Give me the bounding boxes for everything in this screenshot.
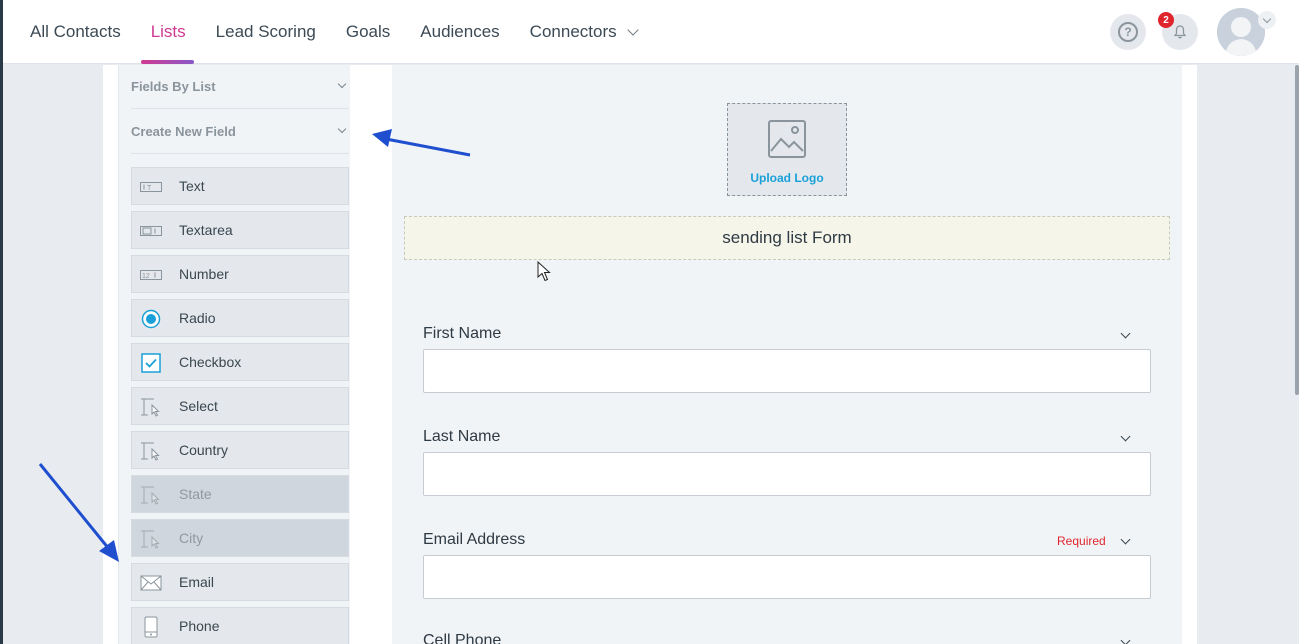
nav-goals[interactable]: Goals xyxy=(346,0,390,64)
cell-phone-label: Cell Phone xyxy=(423,632,502,644)
user-silhouette-icon xyxy=(1217,8,1265,56)
question-circle-icon: ? xyxy=(1118,22,1138,42)
field-type-number[interactable]: 12 Number xyxy=(131,255,349,293)
field-type-country[interactable]: Country xyxy=(131,431,349,469)
top-navigation-bar: All Contacts Lists Lead Scoring Goals Au… xyxy=(0,0,1299,644)
upload-logo-label: Upload Logo xyxy=(750,171,824,185)
field-type-label: Checkbox xyxy=(179,354,242,370)
field-type-label: Number xyxy=(179,266,229,282)
text-field-icon: T xyxy=(140,177,162,197)
chevron-down-icon xyxy=(337,124,347,134)
section-create-new-field[interactable]: Create New Field xyxy=(131,110,349,154)
field-type-label: Phone xyxy=(179,618,220,634)
field-type-select[interactable]: Select xyxy=(131,387,349,425)
left-gutter xyxy=(3,65,103,644)
email-address-input[interactable] xyxy=(423,555,1151,599)
first-name-label: First Name xyxy=(423,325,502,342)
select-cursor-icon xyxy=(140,529,162,549)
field-type-label: Country xyxy=(179,442,229,458)
avatar[interactable] xyxy=(1217,8,1265,56)
select-cursor-icon xyxy=(140,397,162,417)
form-title[interactable]: sending list Form xyxy=(404,216,1170,260)
select-cursor-icon xyxy=(140,485,162,505)
nav-label: All Contacts xyxy=(30,22,121,41)
mouse-cursor-icon xyxy=(537,261,551,282)
left-edge-strip xyxy=(0,0,3,644)
nav-connectors[interactable]: Connectors xyxy=(529,0,639,64)
chevron-down-icon xyxy=(1262,14,1272,23)
select-cursor-icon xyxy=(140,441,162,461)
nav-label: Goals xyxy=(345,22,391,41)
account-menu-toggle[interactable] xyxy=(1258,11,1276,29)
nav-label: Audiences xyxy=(420,22,500,41)
section-fields-by-list[interactable]: Fields By List xyxy=(131,65,349,109)
section-label: Create New Field xyxy=(131,124,236,139)
svg-text:12: 12 xyxy=(142,273,150,280)
nav-label: Connectors xyxy=(529,22,617,41)
field-type-email[interactable]: Email xyxy=(131,563,349,601)
required-tag: Required xyxy=(1057,534,1106,548)
section-label: Fields By List xyxy=(131,79,216,94)
field-type-checkbox[interactable]: Checkbox xyxy=(131,343,349,381)
field-type-city[interactable]: City xyxy=(131,519,349,557)
chevron-down-icon xyxy=(337,79,347,89)
phone-icon xyxy=(140,616,162,638)
nav-audiences[interactable]: Audiences xyxy=(420,0,499,64)
last-name-label: Last Name xyxy=(423,428,501,445)
field-type-label: Email xyxy=(179,574,215,590)
nav-label: Lead Scoring xyxy=(215,22,316,41)
checkbox-icon xyxy=(140,353,162,373)
notification-badge: 2 xyxy=(1158,12,1174,28)
email-address-label: Email Address xyxy=(423,531,526,548)
chevron-down-icon xyxy=(626,23,639,36)
field-type-label: Select xyxy=(179,398,218,414)
main-nav: All Contacts Lists Lead Scoring Goals Au… xyxy=(30,0,667,64)
nav-label: Lists xyxy=(150,22,186,41)
right-gutter xyxy=(1197,65,1299,644)
field-type-textarea[interactable]: Textarea xyxy=(131,211,349,249)
field-type-text[interactable]: T Text xyxy=(131,167,349,205)
nav-lists[interactable]: Lists xyxy=(140,0,194,64)
number-field-icon: 12 xyxy=(140,265,162,285)
textarea-field-icon xyxy=(140,221,162,241)
field-type-label: Text xyxy=(179,178,205,194)
field-type-label: State xyxy=(179,486,212,502)
svg-text:T: T xyxy=(147,185,152,192)
nav-lead-scoring[interactable]: Lead Scoring xyxy=(216,0,316,64)
envelope-icon xyxy=(140,573,162,593)
image-icon xyxy=(768,120,806,158)
page-scrollbar[interactable] xyxy=(1295,65,1299,395)
last-name-input[interactable] xyxy=(423,452,1151,496)
help-button[interactable]: ? xyxy=(1110,14,1146,50)
field-type-phone[interactable]: Phone xyxy=(131,607,349,644)
nav-all-contacts[interactable]: All Contacts xyxy=(30,0,121,64)
radio-icon xyxy=(140,309,162,329)
field-type-radio[interactable]: Radio xyxy=(131,299,349,337)
bell-icon xyxy=(1173,25,1187,39)
field-type-label: Textarea xyxy=(179,222,233,238)
field-type-label: City xyxy=(179,530,204,546)
first-name-input[interactable] xyxy=(423,349,1151,393)
upload-logo-button[interactable]: Upload Logo xyxy=(727,103,847,196)
field-type-label: Radio xyxy=(179,310,216,326)
field-type-state[interactable]: State xyxy=(131,475,349,513)
